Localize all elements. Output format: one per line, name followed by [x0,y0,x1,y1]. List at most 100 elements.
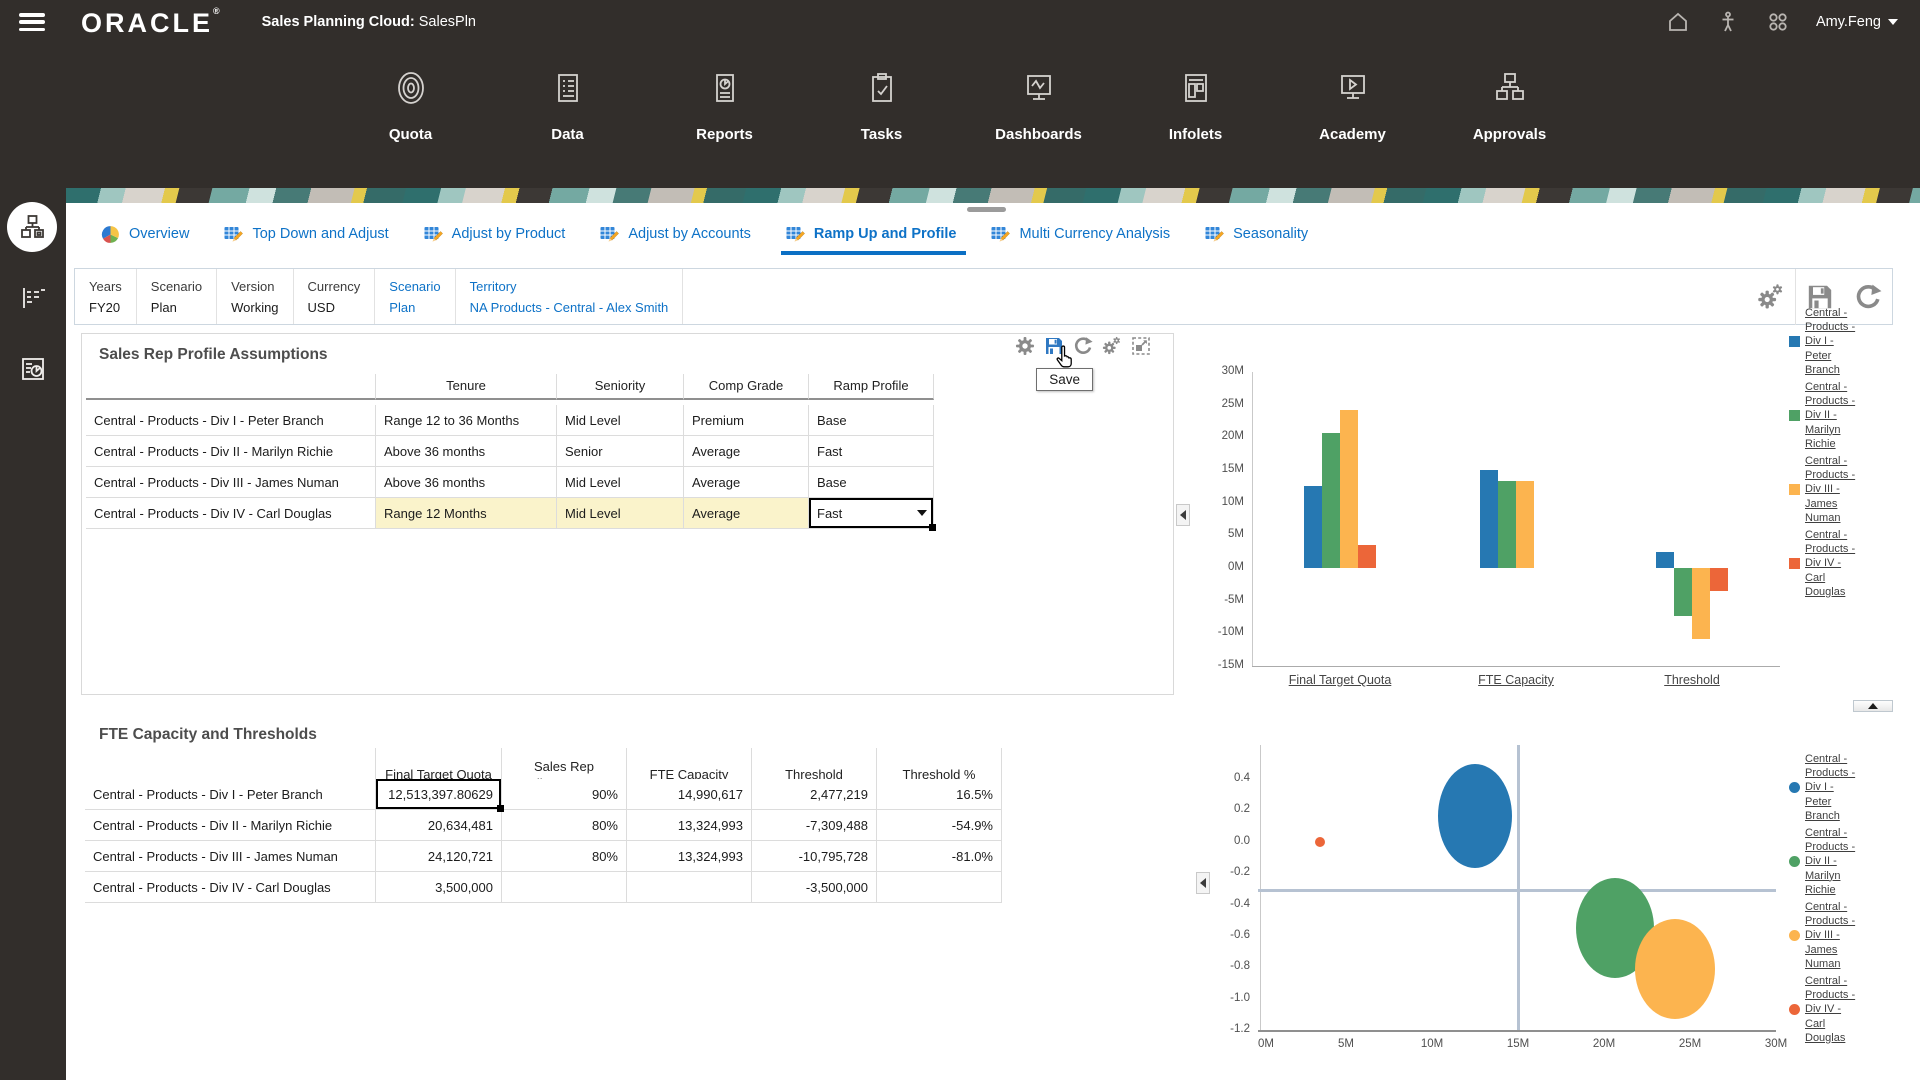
data-cell[interactable]: 16.5% [877,779,1002,810]
legend-item[interactable]: Central - Products - Div IV - Carl Dougl… [1789,974,1869,1045]
nav-item-quota[interactable]: Quota [332,44,489,188]
dropdown-caret-icon[interactable] [917,510,927,516]
tab-adjust-by-product[interactable]: Adjust by Product [423,216,566,252]
data-cell[interactable]: Fast [809,436,934,467]
category-label[interactable]: FTE Capacity [1426,673,1606,687]
cell-fill-handle[interactable] [929,524,936,531]
bar-segment[interactable] [1358,545,1376,568]
bar-segment[interactable] [1340,410,1358,568]
data-cell[interactable]: Above 36 months [376,436,557,467]
tab-ramp-up-and-profile[interactable]: Ramp Up and Profile [785,216,957,252]
apps-grid-icon[interactable] [1766,10,1790,34]
nav-item-data[interactable]: Data [489,44,646,188]
category-label[interactable]: Threshold [1602,673,1782,687]
data-cell[interactable]: 90% [502,779,627,810]
user-menu[interactable]: Amy.Feng [1816,14,1898,30]
data-cell[interactable]: 3,500,000 [376,872,502,903]
nav-item-reports[interactable]: Reports [646,44,803,188]
bubble[interactable] [1438,764,1512,868]
cell-fill-handle[interactable] [497,805,504,812]
settings-gears-icon[interactable] [1102,336,1122,356]
data-cell[interactable]: 2,477,219 [752,779,877,810]
legend-item[interactable]: Central - Products - Div I - Peter Branc… [1789,306,1869,377]
bubble[interactable] [1635,919,1715,1019]
hamburger-menu-icon[interactable] [19,13,45,31]
data-cell[interactable]: 12,513,397.80629 [376,779,502,810]
data-cell[interactable]: 80% [502,841,627,872]
tab-overview[interactable]: Overview [100,216,189,252]
data-cell[interactable]: 13,324,993 [627,810,752,841]
legend-item[interactable]: Central - Products - Div III - James Num… [1789,900,1869,971]
pov-segment-territory[interactable]: TerritoryNA Products - Central - Alex Sm… [456,269,684,324]
report-doc-icon[interactable] [18,354,48,384]
legend-item[interactable]: Central - Products - Div I - Peter Branc… [1789,752,1869,823]
crosshair-vertical-line [1517,745,1520,1030]
collapse-left-arrow-icon[interactable] [1196,872,1210,894]
bar-segment[interactable] [1692,568,1710,639]
bar-segment[interactable] [1656,552,1674,568]
pov-segment-scenario[interactable]: ScenarioPlan [375,269,455,324]
data-cell[interactable]: Mid Level [557,498,684,529]
data-cell[interactable]: Average [684,498,809,529]
legend-item[interactable]: Central - Products - Div IV - Carl Dougl… [1789,528,1869,599]
data-cell[interactable]: Base [809,467,934,498]
tab-multi-currency-analysis[interactable]: Multi Currency Analysis [990,216,1170,252]
data-cell[interactable]: -7,309,488 [752,810,877,841]
refresh-icon[interactable] [1073,336,1093,356]
data-cell[interactable]: -54.9% [877,810,1002,841]
bar-segment[interactable] [1480,470,1498,568]
bar-segment[interactable] [1322,433,1340,568]
save-icon[interactable] [1044,336,1064,356]
navigation-flow-icon[interactable] [7,202,57,252]
settings-gears-icon[interactable] [1757,283,1785,311]
bubble[interactable] [1315,837,1325,847]
nav-item-tasks[interactable]: Tasks [803,44,960,188]
bar-segment[interactable] [1304,486,1322,568]
tab-top-down-and-adjust[interactable]: Top Down and Adjust [223,216,388,252]
data-cell[interactable]: Average [684,467,809,498]
data-cell[interactable] [502,872,627,903]
category-label[interactable]: Final Target Quota [1250,673,1430,687]
tab-adjust-by-accounts[interactable]: Adjust by Accounts [599,216,751,252]
data-cell[interactable]: Base [809,405,934,436]
bar-segment[interactable] [1498,481,1516,568]
data-cell[interactable]: 80% [502,810,627,841]
banner-collapse-handle[interactable] [967,207,1006,212]
data-cell[interactable]: Mid Level [557,467,684,498]
data-cell[interactable]: Range 12 to 36 Months [376,405,557,436]
data-cell[interactable]: 13,324,993 [627,841,752,872]
accessibility-icon[interactable] [1716,10,1740,34]
collapse-left-arrow-icon[interactable] [1176,504,1190,526]
data-cell[interactable]: Average [684,436,809,467]
legend-item[interactable]: Central - Products - Div II - Marilyn Ri… [1789,826,1869,897]
home-icon[interactable] [1666,10,1690,34]
data-cell[interactable]: Range 12 Months [376,498,557,529]
tab-seasonality[interactable]: Seasonality [1204,216,1308,252]
nav-item-infolets[interactable]: Infolets [1117,44,1274,188]
data-cell[interactable]: Premium [684,405,809,436]
data-cell[interactable] [877,872,1002,903]
data-cell[interactable]: -10,795,728 [752,841,877,872]
data-cell[interactable]: 24,120,721 [376,841,502,872]
legend-item[interactable]: Central - Products - Div III - James Num… [1789,454,1869,525]
data-cell[interactable] [627,872,752,903]
bar-segment[interactable] [1710,568,1728,591]
gear-icon[interactable] [1015,336,1035,356]
data-cell[interactable]: -81.0% [877,841,1002,872]
bar-segment[interactable] [1674,568,1692,616]
nav-item-approvals[interactable]: Approvals [1431,44,1588,188]
data-cell[interactable]: Mid Level [557,405,684,436]
legend-item[interactable]: Central - Products - Div II - Marilyn Ri… [1789,380,1869,451]
maximize-icon[interactable] [1131,336,1151,356]
dropdown-cell[interactable]: Fast [809,498,934,529]
splitter-up-icon[interactable] [1853,700,1893,712]
nav-item-academy[interactable]: Academy [1274,44,1431,188]
data-cell[interactable]: 20,634,481 [376,810,502,841]
nav-item-dashboards[interactable]: Dashboards [960,44,1117,188]
bar-segment[interactable] [1516,481,1534,568]
data-cell[interactable]: -3,500,000 [752,872,877,903]
data-cell[interactable]: Senior [557,436,684,467]
outline-list-icon[interactable] [18,284,48,314]
data-cell[interactable]: Above 36 months [376,467,557,498]
data-cell[interactable]: 14,990,617 [627,779,752,810]
